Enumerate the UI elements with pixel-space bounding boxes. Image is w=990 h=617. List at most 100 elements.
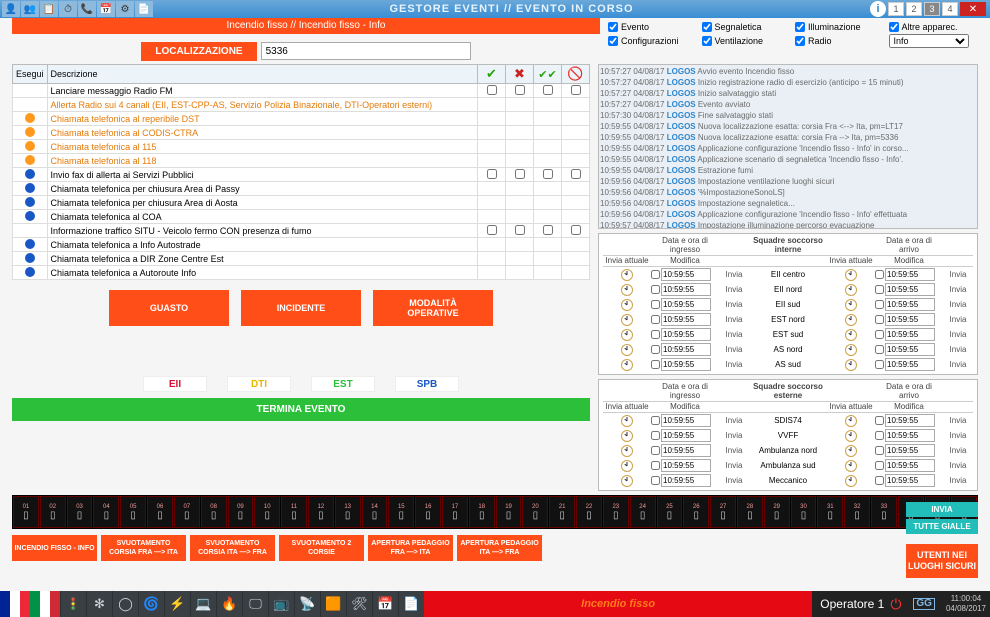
time-input[interactable] xyxy=(661,268,711,281)
scenario-button[interactable]: INCENDIO FISSO - INFO xyxy=(12,535,97,561)
localization-field[interactable] xyxy=(261,42,471,60)
invia-label[interactable]: Invia xyxy=(719,416,749,425)
row-checkbox[interactable] xyxy=(487,169,497,179)
time-checkbox[interactable] xyxy=(651,285,660,294)
tunnel-slot[interactable]: 21▯ xyxy=(549,496,575,528)
chk-configurazioni[interactable]: Configurazioni xyxy=(608,34,698,48)
invia-label[interactable]: Invia xyxy=(719,345,749,354)
localize-button[interactable]: LOCALIZZAZIONE xyxy=(141,42,256,61)
time-checkbox[interactable] xyxy=(875,360,884,369)
time-checkbox[interactable] xyxy=(651,360,660,369)
time-input[interactable] xyxy=(885,313,935,326)
time-input[interactable] xyxy=(661,298,711,311)
time-checkbox[interactable] xyxy=(875,285,884,294)
time-checkbox[interactable] xyxy=(875,431,884,440)
numbox-4[interactable]: 4 xyxy=(942,2,958,16)
flag-it-icon[interactable] xyxy=(30,591,60,617)
tunnel-slot[interactable]: 20▯ xyxy=(522,496,548,528)
time-checkbox[interactable] xyxy=(651,300,660,309)
table-row[interactable]: Informazione traffico SITU - Veicolo fer… xyxy=(13,224,590,238)
time-input[interactable] xyxy=(885,268,935,281)
log-panel[interactable]: 10:57:27 04/08/17 LOGOS Avvio evento Inc… xyxy=(598,64,978,229)
tunnel-slot[interactable]: 23▯ xyxy=(603,496,629,528)
table-row[interactable]: Lanciare messaggio Radio FM xyxy=(13,84,590,98)
invia-label[interactable]: Invia xyxy=(943,330,973,339)
chk-altre[interactable]: Altre apparec. xyxy=(889,22,979,32)
table-row[interactable]: Chiamata telefonica al 115 xyxy=(13,140,590,154)
foot-icon-06[interactable]: 💻 xyxy=(190,591,216,617)
time-checkbox[interactable] xyxy=(651,431,660,440)
tb-icon-5[interactable]: 📞 xyxy=(78,1,96,17)
power-icon[interactable]: ⏻ xyxy=(890,596,901,613)
invia-label[interactable]: Invia xyxy=(943,476,973,485)
time-input[interactable] xyxy=(885,444,935,457)
gg-icon[interactable]: GG xyxy=(913,598,935,610)
tunnel-slot[interactable]: 32▯ xyxy=(844,496,870,528)
modalita-button[interactable]: MODALITÀ OPERATIVE xyxy=(373,290,493,326)
time-input[interactable] xyxy=(661,444,711,457)
time-input[interactable] xyxy=(661,343,711,356)
invia-label[interactable]: Invia xyxy=(719,330,749,339)
time-input[interactable] xyxy=(885,429,935,442)
tag-dti[interactable]: DTI xyxy=(227,376,291,392)
time-input[interactable] xyxy=(661,358,711,371)
tunnel-slot[interactable]: 02▯ xyxy=(40,496,66,528)
time-checkbox[interactable] xyxy=(651,476,660,485)
time-input[interactable] xyxy=(661,459,711,472)
guasto-button[interactable]: GUASTO xyxy=(109,290,229,326)
tag-est[interactable]: EST xyxy=(311,376,375,392)
tunnel-slot[interactable]: 30▯ xyxy=(791,496,817,528)
tb-icon-8[interactable]: 📄 xyxy=(135,1,153,17)
tunnel-slot[interactable]: 05▯ xyxy=(120,496,146,528)
tb-icon-1[interactable]: 👤 xyxy=(2,1,20,17)
time-checkbox[interactable] xyxy=(875,345,884,354)
tunnel-slot[interactable]: 03▯ xyxy=(67,496,93,528)
row-checkbox[interactable] xyxy=(543,85,553,95)
foot-icon-12[interactable]: 🛠 xyxy=(346,591,372,617)
tunnel-slot[interactable]: 27▯ xyxy=(710,496,736,528)
clock-icon[interactable] xyxy=(621,269,633,281)
table-row[interactable]: Chiamata telefonica per chiusura Area di… xyxy=(13,182,590,196)
scenario-button[interactable]: APERTURA PEDAGGIO ITA —> FRA xyxy=(457,535,542,561)
time-input[interactable] xyxy=(661,474,711,487)
time-checkbox[interactable] xyxy=(651,270,660,279)
info-select[interactable]: Info xyxy=(889,34,969,48)
clock-icon[interactable] xyxy=(845,445,857,457)
invia-label[interactable]: Invia xyxy=(943,360,973,369)
foot-icon-13[interactable]: 📅 xyxy=(372,591,398,617)
scenario-button[interactable]: APERTURA PEDAGGIO FRA —> ITA xyxy=(368,535,453,561)
clock-icon[interactable] xyxy=(845,299,857,311)
time-checkbox[interactable] xyxy=(875,270,884,279)
time-input[interactable] xyxy=(885,459,935,472)
invia-label[interactable]: Invia xyxy=(719,360,749,369)
numbox-2[interactable]: 2 xyxy=(906,2,922,16)
time-checkbox[interactable] xyxy=(651,416,660,425)
flag-fr-icon[interactable] xyxy=(0,591,30,617)
foot-icon-09[interactable]: 📺 xyxy=(268,591,294,617)
table-row[interactable]: Chiamata telefonica per chiusura Area di… xyxy=(13,196,590,210)
invia-label[interactable]: Invia xyxy=(719,476,749,485)
tunnel-slot[interactable]: 13▯ xyxy=(335,496,361,528)
clock-icon[interactable] xyxy=(845,284,857,296)
table-row[interactable]: Chiamata telefonica a DIR Zone Centre Es… xyxy=(13,252,590,266)
invia-label[interactable]: Invia xyxy=(719,431,749,440)
clock-icon[interactable] xyxy=(621,314,633,326)
time-checkbox[interactable] xyxy=(651,345,660,354)
close-button[interactable]: ✕ xyxy=(960,2,986,16)
time-checkbox[interactable] xyxy=(875,476,884,485)
chk-evento[interactable]: Evento xyxy=(608,22,698,32)
table-row[interactable]: Chiamata telefonica a Info Autostrade xyxy=(13,238,590,252)
clock-icon[interactable] xyxy=(845,269,857,281)
tag-eii[interactable]: EII xyxy=(143,376,207,392)
scenario-button[interactable]: SVUOTAMENTO CORSIA FRA —> ITA xyxy=(101,535,186,561)
row-checkbox[interactable] xyxy=(571,225,581,235)
table-row[interactable]: Chiamata telefonica al CODIS-CTRA xyxy=(13,126,590,140)
tunnel-slot[interactable]: 12▯ xyxy=(308,496,334,528)
clock-icon[interactable] xyxy=(621,344,633,356)
tunnel-slot[interactable]: 14▯ xyxy=(362,496,388,528)
scenario-button[interactable]: SVUOTAMENTO 2 CORSIE xyxy=(279,535,364,561)
clock-icon[interactable] xyxy=(845,314,857,326)
clock-icon[interactable] xyxy=(845,344,857,356)
tb-icon-6[interactable]: 📅 xyxy=(97,1,115,17)
time-checkbox[interactable] xyxy=(875,330,884,339)
